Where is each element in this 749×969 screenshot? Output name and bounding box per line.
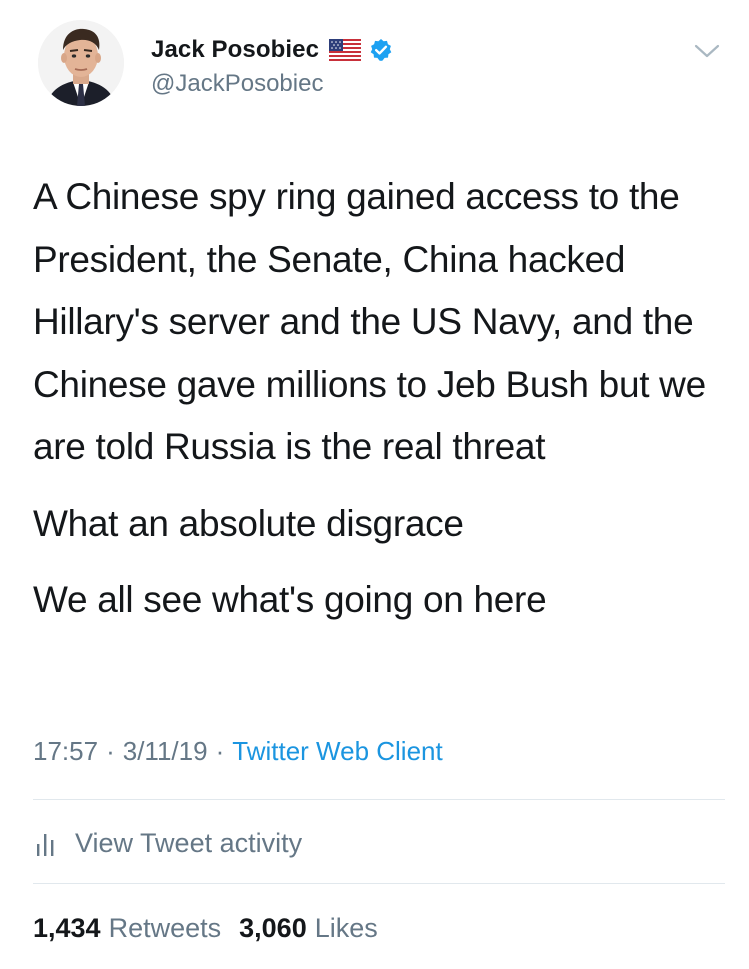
view-tweet-activity-label[interactable]: View Tweet activity (75, 828, 302, 859)
divider (33, 883, 725, 884)
tweet-time[interactable]: 17:57 (33, 736, 98, 767)
tweet-source-link[interactable]: Twitter Web Client (232, 736, 442, 767)
tweet-paragraph: A Chinese spy ring gained access to the … (33, 176, 706, 467)
avatar-portrait-icon (38, 20, 124, 106)
tweet-header: Jack Posobiec @JackPosobiec (0, 0, 749, 140)
author-name-row[interactable]: Jack Posobiec (151, 33, 393, 67)
retweet-count: 1,434 (33, 912, 101, 943)
tweet-paragraph: We all see what's going on here (33, 579, 547, 620)
retweets-stat[interactable]: 1,434 Retweets (33, 913, 221, 944)
tweet-paragraph: What an absolute disgrace (33, 502, 464, 544)
retweets-label: Retweets (108, 912, 222, 943)
author-display-name[interactable]: Jack Posobiec (151, 36, 319, 64)
likes-stat[interactable]: 3,060 Likes (239, 913, 378, 944)
tweet: Jack Posobiec @JackPosobiec A Chinese sp… (0, 0, 749, 969)
bar-chart-icon (33, 830, 61, 856)
avatar[interactable] (38, 20, 124, 106)
meta-separator: · (106, 735, 115, 766)
view-tweet-activity-button[interactable]: View Tweet activity (33, 823, 302, 863)
meta-separator: · (215, 735, 225, 766)
us-flag-icon (329, 39, 362, 61)
tweet-stats: 1,434 Retweets 3,060 Likes (33, 908, 378, 948)
like-count: 3,060 (239, 912, 307, 943)
likes-label: Likes (314, 912, 378, 943)
verified-badge-icon (369, 38, 393, 62)
chevron-down-icon[interactable] (693, 40, 721, 62)
divider (33, 799, 725, 800)
tweet-date[interactable]: 3/11/19 (123, 736, 208, 767)
tweet-text: A Chinese spy ring gained access to the … (33, 166, 723, 632)
author-handle[interactable]: @JackPosobiec (151, 70, 323, 98)
tweet-metadata: 17:57 · 3/11/19 · Twitter Web Client (33, 733, 443, 769)
